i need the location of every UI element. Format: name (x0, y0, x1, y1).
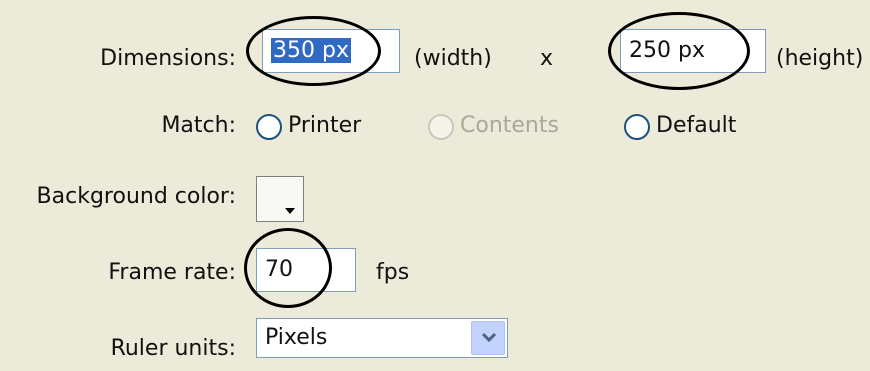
frame-rate-input[interactable]: 70 (256, 248, 356, 292)
match-contents-label: Contents (460, 113, 559, 138)
width-input[interactable]: 350 px (262, 29, 400, 73)
match-printer-label[interactable]: Printer (288, 113, 361, 138)
height-value: 250 px (629, 38, 705, 63)
background-color-label: Background color: (36, 184, 236, 209)
times-symbol: x (540, 46, 554, 71)
width-value: 350 px (271, 38, 351, 63)
frame-rate-value: 70 (265, 257, 293, 282)
match-default-radio[interactable] (624, 114, 650, 140)
width-caption: (width) (414, 46, 492, 71)
frame-rate-label: Frame rate: (108, 260, 236, 285)
background-color-swatch[interactable] (256, 176, 304, 222)
ruler-units-dropdown-button[interactable] (471, 321, 505, 355)
match-default-label[interactable]: Default (656, 113, 736, 138)
match-contents-radio (428, 114, 454, 140)
match-printer-radio[interactable] (256, 114, 282, 140)
height-caption: (height) (776, 46, 864, 71)
ruler-units-label: Ruler units: (110, 336, 236, 361)
frame-rate-unit: fps (376, 260, 410, 285)
height-input[interactable]: 250 px (620, 29, 766, 73)
chevron-down-icon (481, 332, 497, 343)
dropdown-arrow-icon (285, 208, 295, 214)
ruler-units-value: Pixels (265, 325, 328, 350)
ruler-units-select[interactable]: Pixels (256, 318, 508, 358)
match-label: Match: (161, 113, 236, 138)
dimensions-label: Dimensions: (100, 46, 236, 71)
